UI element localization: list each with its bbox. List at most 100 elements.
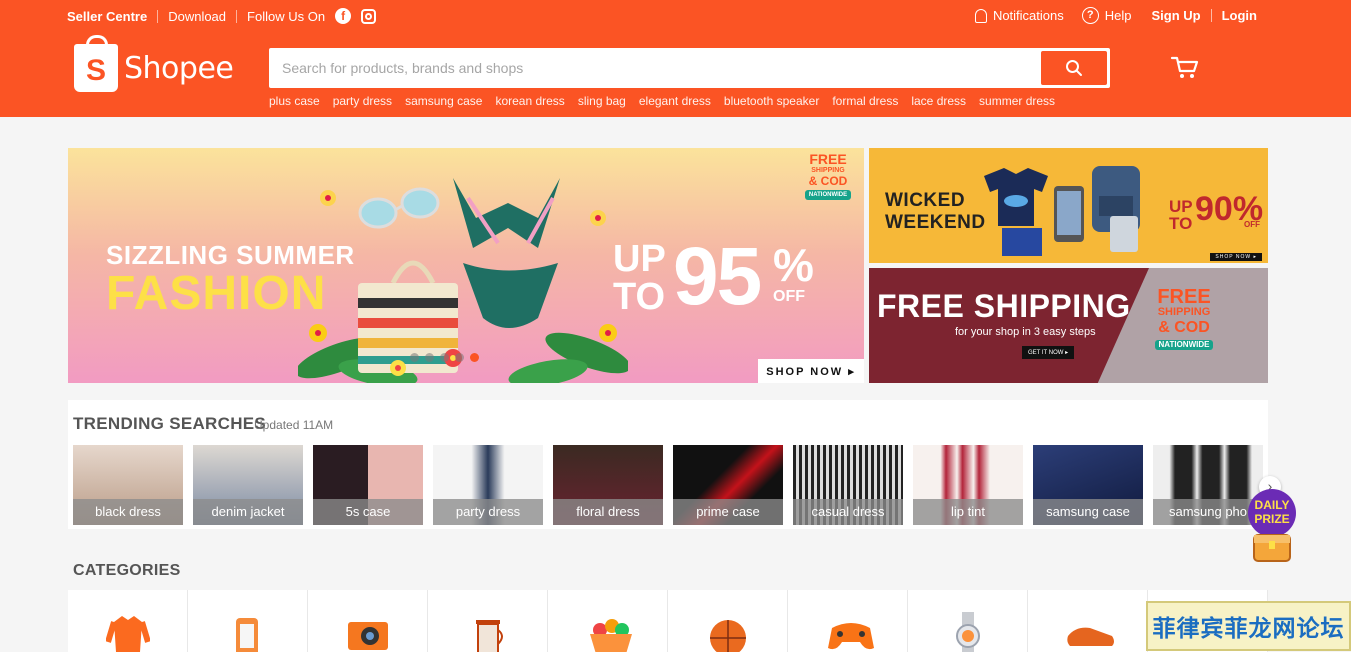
hero-upto-line1: UP <box>613 238 666 280</box>
category-tile[interactable] <box>188 590 308 652</box>
hero-shop-now-button[interactable]: SHOP NOW ▸ <box>758 359 864 383</box>
badge-line2: SHIPPING <box>1157 306 1211 318</box>
login-link[interactable]: Login <box>1222 8 1257 23</box>
wicked-shop-now[interactable]: SHOP NOW ▸ <box>1210 253 1262 261</box>
cart-button[interactable] <box>1170 55 1200 86</box>
category-tile[interactable] <box>68 590 188 652</box>
forum-watermark: 菲律宾菲龙网论坛 <box>1146 601 1351 651</box>
trending-tile[interactable]: lip tint <box>913 445 1023 525</box>
shopee-bag-icon: S <box>74 35 118 92</box>
download-link[interactable]: Download <box>168 9 226 24</box>
category-tile[interactable] <box>308 590 428 652</box>
sign-up-link[interactable]: Sign Up <box>1152 8 1201 23</box>
hero-percent-sign: % <box>773 239 814 291</box>
search-suggestions: plus case party dress samsung case korea… <box>269 94 1068 108</box>
trending-tile[interactable]: samsung case <box>1033 445 1143 525</box>
top-navbar: Seller Centre Download Follow Us On f No… <box>0 0 1351 32</box>
trending-tile[interactable]: prime case <box>673 445 783 525</box>
category-tile[interactable] <box>1028 590 1148 652</box>
notifications-label: Notifications <box>992 8 1064 23</box>
divider <box>236 9 238 23</box>
trending-tile[interactable]: casual dress <box>793 445 903 525</box>
suggestion-link[interactable]: korean dress <box>495 94 564 108</box>
bell-icon <box>974 8 987 23</box>
gamepad-icon <box>828 623 874 650</box>
carousel-dot[interactable] <box>425 353 434 362</box>
suggestion-link[interactable]: formal dress <box>832 94 898 108</box>
shopee-logo[interactable]: S Shopee <box>74 35 234 92</box>
carousel-dot-active[interactable] <box>470 353 479 362</box>
category-tile[interactable] <box>788 590 908 652</box>
cart-icon <box>1170 56 1199 78</box>
tile-label: lip tint <box>913 499 1023 525</box>
tile-label: samsung case <box>1033 499 1143 525</box>
divider <box>157 9 159 23</box>
facebook-icon[interactable]: f <box>335 8 352 24</box>
divider <box>1210 9 1212 22</box>
daily-prize-widget[interactable]: DAILY PRIZE <box>1243 487 1301 565</box>
notifications-link[interactable]: Notifications <box>974 8 1064 23</box>
get-it-now-button[interactable]: GET IT NOW ▸ <box>1022 346 1075 359</box>
suggestion-link[interactable]: samsung case <box>405 94 482 108</box>
wicked-upto: UP TO <box>1169 198 1193 232</box>
wicked-weekend-banner[interactable]: WICKED WEEKEND UP TO 90% OFF SHOP NOW ▸ <box>869 148 1268 263</box>
carousel-dot[interactable] <box>455 353 464 362</box>
trending-title: TRENDING SEARCHES <box>73 414 267 433</box>
suggestion-link[interactable]: sling bag <box>578 94 626 108</box>
help-icon: ? <box>1081 7 1099 24</box>
shoe-icon <box>1067 627 1114 646</box>
prize-line2: PRIZE <box>1254 512 1289 526</box>
seller-centre-link[interactable]: Seller Centre <box>67 9 147 24</box>
trending-tiles: black dress denim jacket 5s case party d… <box>73 445 1273 525</box>
wicked-line1: WICKED <box>885 190 966 211</box>
badge-band: NATIONWIDE <box>1154 340 1214 350</box>
suggestion-link[interactable]: lace dress <box>911 94 966 108</box>
hero-banner[interactable]: SIZZLING SUMMER FASHION UP TO 95 % OFF F… <box>68 148 864 383</box>
help-link[interactable]: ? Help <box>1081 7 1132 24</box>
basketball-icon <box>710 620 746 652</box>
trending-tile[interactable]: party dress <box>433 445 543 525</box>
carousel-dots <box>410 353 485 362</box>
carousel-dot[interactable] <box>440 353 449 362</box>
help-label: Help <box>1104 8 1132 23</box>
categories-title: CATEGORIES <box>73 562 181 579</box>
search-button[interactable] <box>1041 51 1107 85</box>
coffee-press-icon <box>476 620 503 652</box>
category-tile[interactable] <box>428 590 548 652</box>
category-tile[interactable] <box>908 590 1028 652</box>
category-tile[interactable] <box>668 590 788 652</box>
suggestion-link[interactable]: summer dress <box>979 94 1055 108</box>
tile-label: floral dress <box>553 499 663 525</box>
wicked-line2: WEEKEND <box>885 212 986 233</box>
wicked-off: OFF <box>1244 220 1260 229</box>
trending-tile[interactable]: black dress <box>73 445 183 525</box>
site-header: Seller Centre Download Follow Us On f No… <box>0 0 1351 117</box>
suggestion-link[interactable]: plus case <box>269 94 320 108</box>
trending-tile[interactable]: 5s case <box>313 445 423 525</box>
trending-tile[interactable]: floral dress <box>553 445 663 525</box>
search-input[interactable] <box>269 48 1039 88</box>
tile-label: party dress <box>433 499 543 525</box>
free-shipping-subtitle: for your shop in 3 easy steps <box>955 326 1096 338</box>
prize-line1: DAILY <box>1255 498 1290 512</box>
products-illustration <box>984 166 1140 256</box>
hero-off-label: OFF <box>773 288 805 305</box>
free-shipping-banner[interactable]: FREE SHIPPING for your shop in 3 easy st… <box>869 268 1268 383</box>
tile-label: denim jacket <box>193 499 303 525</box>
suggestion-link[interactable]: party dress <box>333 94 392 108</box>
carousel-dot[interactable] <box>410 353 419 362</box>
suggestion-link[interactable]: elegant dress <box>639 94 711 108</box>
tile-label: casual dress <box>793 499 903 525</box>
instagram-icon[interactable] <box>361 8 377 24</box>
search-icon <box>1066 60 1082 76</box>
trending-searches-section: TRENDING SEARCHES Updated 11AM black dre… <box>68 400 1268 529</box>
badge-line1: FREE <box>809 151 847 167</box>
top-navbar-right: Notifications ? Help Sign Up Login <box>957 7 1257 24</box>
logo-mark: S <box>85 54 106 87</box>
phone-case-icon <box>236 618 258 652</box>
category-tile[interactable] <box>548 590 668 652</box>
camera-icon <box>348 622 388 650</box>
suggestion-link[interactable]: bluetooth speaker <box>724 94 819 108</box>
trending-tile[interactable]: denim jacket <box>193 445 303 525</box>
badge-line3: & COD <box>808 174 848 188</box>
